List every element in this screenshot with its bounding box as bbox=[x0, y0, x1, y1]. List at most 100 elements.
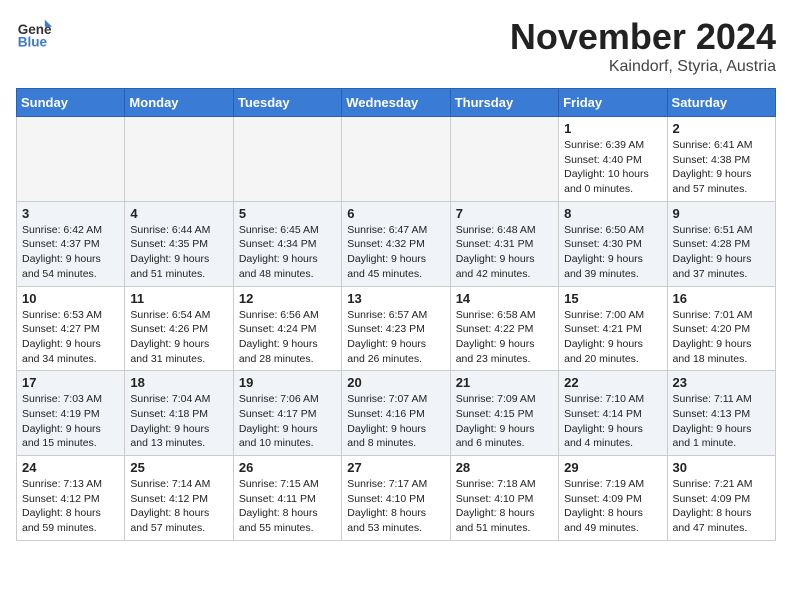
calendar-cell: 16Sunrise: 7:01 AM Sunset: 4:20 PM Dayli… bbox=[667, 286, 775, 371]
day-info: Sunrise: 7:10 AM Sunset: 4:14 PM Dayligh… bbox=[564, 392, 661, 451]
day-number: 26 bbox=[239, 460, 336, 475]
calendar-cell bbox=[450, 117, 558, 202]
svg-text:Blue: Blue bbox=[18, 35, 48, 50]
day-info: Sunrise: 6:41 AM Sunset: 4:38 PM Dayligh… bbox=[673, 138, 770, 197]
calendar-cell: 19 Sunrise: 7:06 AM Sunset: 4:17 PM Dayli… bbox=[233, 371, 341, 456]
day-info: Sunrise: 7:11 AM Sunset: 4:13 PM Dayligh… bbox=[673, 392, 770, 451]
day-number: 30 bbox=[673, 460, 770, 475]
day-number: 13 bbox=[347, 291, 444, 306]
day-number: 4 bbox=[130, 206, 227, 221]
day-info: Sunrise: 7:00 AM Sunset: 4:21 PM Dayligh… bbox=[564, 308, 661, 367]
calendar-cell: 12 Sunrise: 6:56 AM Sunset: 4:24 PM Dayli… bbox=[233, 286, 341, 371]
calendar-cell: 13 Sunrise: 6:57 AM Sunset: 4:23 PM Dayli… bbox=[342, 286, 450, 371]
calendar-cell: 2 Sunrise: 6:41 AM Sunset: 4:38 PM Daylig… bbox=[667, 117, 775, 202]
weekday-header-friday: Friday bbox=[559, 89, 667, 117]
day-info: Sunrise: 6:39 AM Sunset: 4:40 PM Dayligh… bbox=[564, 138, 661, 197]
day-number: 21 bbox=[456, 375, 553, 390]
day-info: Sunrise: 6:54 AM Sunset: 4:26 PM Dayligh… bbox=[130, 308, 227, 367]
calendar-cell: 6 Sunrise: 6:47 AM Sunset: 4:32 PM Daylig… bbox=[342, 201, 450, 286]
calendar-cell: 25Sunrise: 7:14 AM Sunset: 4:12 PM Dayli… bbox=[125, 456, 233, 541]
calendar-cell bbox=[125, 117, 233, 202]
day-number: 27 bbox=[347, 460, 444, 475]
calendar-cell: 18 Sunrise: 7:04 AM Sunset: 4:18 PM Dayli… bbox=[125, 371, 233, 456]
day-info: Sunrise: 7:19 AM Sunset: 4:09 PM Dayligh… bbox=[564, 477, 661, 536]
logo: General Blue bbox=[16, 16, 52, 52]
day-info: Sunrise: 6:51 AM Sunset: 4:28 PM Dayligh… bbox=[673, 223, 770, 282]
day-info: Sunrise: 6:57 AM Sunset: 4:23 PM Dayligh… bbox=[347, 308, 444, 367]
day-info: Sunrise: 7:04 AM Sunset: 4:18 PM Dayligh… bbox=[130, 392, 227, 451]
calendar-cell: 1 Sunrise: 6:39 AM Sunset: 4:40 PM Daylig… bbox=[559, 117, 667, 202]
day-info: Sunrise: 7:13 AM Sunset: 4:12 PM Dayligh… bbox=[22, 477, 119, 536]
calendar-cell: 8 Sunrise: 6:50 AM Sunset: 4:30 PM Daylig… bbox=[559, 201, 667, 286]
calendar-cell: 7 Sunrise: 6:48 AM Sunset: 4:31 PM Daylig… bbox=[450, 201, 558, 286]
day-number: 24 bbox=[22, 460, 119, 475]
day-info: Sunrise: 7:03 AM Sunset: 4:19 PM Dayligh… bbox=[22, 392, 119, 451]
calendar-cell: 26 Sunrise: 7:15 AM Sunset: 4:11 PM Dayli… bbox=[233, 456, 341, 541]
weekday-header-sunday: Sunday bbox=[17, 89, 125, 117]
calendar-cell: 21Sunrise: 7:09 AM Sunset: 4:15 PM Dayli… bbox=[450, 371, 558, 456]
day-number: 18 bbox=[130, 375, 227, 390]
day-info: Sunrise: 6:45 AM Sunset: 4:34 PM Dayligh… bbox=[239, 223, 336, 282]
day-info: Sunrise: 7:18 AM Sunset: 4:10 PM Dayligh… bbox=[456, 477, 553, 536]
title-block: November 2024 Kaindorf, Styria, Austria bbox=[510, 16, 776, 76]
day-info: Sunrise: 6:58 AM Sunset: 4:22 PM Dayligh… bbox=[456, 308, 553, 367]
day-info: Sunrise: 7:07 AM Sunset: 4:16 PM Dayligh… bbox=[347, 392, 444, 451]
location-title: Kaindorf, Styria, Austria bbox=[510, 58, 776, 76]
day-number: 17 bbox=[22, 375, 119, 390]
day-info: Sunrise: 6:56 AM Sunset: 4:24 PM Dayligh… bbox=[239, 308, 336, 367]
calendar-cell: 10Sunrise: 6:53 AM Sunset: 4:27 PM Dayli… bbox=[17, 286, 125, 371]
calendar-week-row: 1 Sunrise: 6:39 AM Sunset: 4:40 PM Daylig… bbox=[17, 117, 776, 202]
day-number: 16 bbox=[673, 291, 770, 306]
day-number: 15 bbox=[564, 291, 661, 306]
day-number: 12 bbox=[239, 291, 336, 306]
day-number: 19 bbox=[239, 375, 336, 390]
day-number: 3 bbox=[22, 206, 119, 221]
calendar-cell: 4 Sunrise: 6:44 AM Sunset: 4:35 PM Daylig… bbox=[125, 201, 233, 286]
day-number: 8 bbox=[564, 206, 661, 221]
day-info: Sunrise: 6:48 AM Sunset: 4:31 PM Dayligh… bbox=[456, 223, 553, 282]
day-number: 1 bbox=[564, 121, 661, 136]
calendar-cell: 27 Sunrise: 7:17 AM Sunset: 4:10 PM Dayli… bbox=[342, 456, 450, 541]
day-number: 11 bbox=[130, 291, 227, 306]
calendar-week-row: 24 Sunrise: 7:13 AM Sunset: 4:12 PM Dayli… bbox=[17, 456, 776, 541]
day-number: 23 bbox=[673, 375, 770, 390]
day-number: 7 bbox=[456, 206, 553, 221]
calendar-cell: 20Sunrise: 7:07 AM Sunset: 4:16 PM Dayli… bbox=[342, 371, 450, 456]
calendar-cell: 9 Sunrise: 6:51 AM Sunset: 4:28 PM Daylig… bbox=[667, 201, 775, 286]
weekday-header-tuesday: Tuesday bbox=[233, 89, 341, 117]
calendar-week-row: 17 Sunrise: 7:03 AM Sunset: 4:19 PM Dayli… bbox=[17, 371, 776, 456]
day-number: 6 bbox=[347, 206, 444, 221]
day-number: 29 bbox=[564, 460, 661, 475]
calendar-cell bbox=[342, 117, 450, 202]
page-header: General Blue November 2024 Kaindorf, Sty… bbox=[16, 16, 776, 76]
weekday-header-thursday: Thursday bbox=[450, 89, 558, 117]
calendar-cell: 28Sunrise: 7:18 AM Sunset: 4:10 PM Dayli… bbox=[450, 456, 558, 541]
calendar-cell: 15 Sunrise: 7:00 AM Sunset: 4:21 PM Dayli… bbox=[559, 286, 667, 371]
day-info: Sunrise: 7:06 AM Sunset: 4:17 PM Dayligh… bbox=[239, 392, 336, 451]
day-number: 2 bbox=[673, 121, 770, 136]
day-number: 9 bbox=[673, 206, 770, 221]
day-info: Sunrise: 6:44 AM Sunset: 4:35 PM Dayligh… bbox=[130, 223, 227, 282]
calendar-cell: 5Sunrise: 6:45 AM Sunset: 4:34 PM Daylig… bbox=[233, 201, 341, 286]
day-info: Sunrise: 7:14 AM Sunset: 4:12 PM Dayligh… bbox=[130, 477, 227, 536]
calendar-cell: 24 Sunrise: 7:13 AM Sunset: 4:12 PM Dayli… bbox=[17, 456, 125, 541]
calendar-cell: 29 Sunrise: 7:19 AM Sunset: 4:09 PM Dayli… bbox=[559, 456, 667, 541]
month-title: November 2024 bbox=[510, 16, 776, 58]
day-info: Sunrise: 6:50 AM Sunset: 4:30 PM Dayligh… bbox=[564, 223, 661, 282]
calendar-week-row: 3Sunrise: 6:42 AM Sunset: 4:37 PM Daylig… bbox=[17, 201, 776, 286]
calendar: SundayMondayTuesdayWednesdayThursdayFrid… bbox=[16, 88, 776, 541]
calendar-week-row: 10Sunrise: 6:53 AM Sunset: 4:27 PM Dayli… bbox=[17, 286, 776, 371]
day-info: Sunrise: 7:17 AM Sunset: 4:10 PM Dayligh… bbox=[347, 477, 444, 536]
calendar-cell bbox=[233, 117, 341, 202]
day-number: 10 bbox=[22, 291, 119, 306]
calendar-header-row: SundayMondayTuesdayWednesdayThursdayFrid… bbox=[17, 89, 776, 117]
calendar-cell: 30Sunrise: 7:21 AM Sunset: 4:09 PM Dayli… bbox=[667, 456, 775, 541]
day-info: Sunrise: 6:47 AM Sunset: 4:32 PM Dayligh… bbox=[347, 223, 444, 282]
logo-icon: General Blue bbox=[16, 16, 52, 52]
calendar-cell: 17 Sunrise: 7:03 AM Sunset: 4:19 PM Dayli… bbox=[17, 371, 125, 456]
weekday-header-wednesday: Wednesday bbox=[342, 89, 450, 117]
weekday-header-monday: Monday bbox=[125, 89, 233, 117]
day-info: Sunrise: 7:15 AM Sunset: 4:11 PM Dayligh… bbox=[239, 477, 336, 536]
weekday-header-saturday: Saturday bbox=[667, 89, 775, 117]
calendar-cell: 14Sunrise: 6:58 AM Sunset: 4:22 PM Dayli… bbox=[450, 286, 558, 371]
